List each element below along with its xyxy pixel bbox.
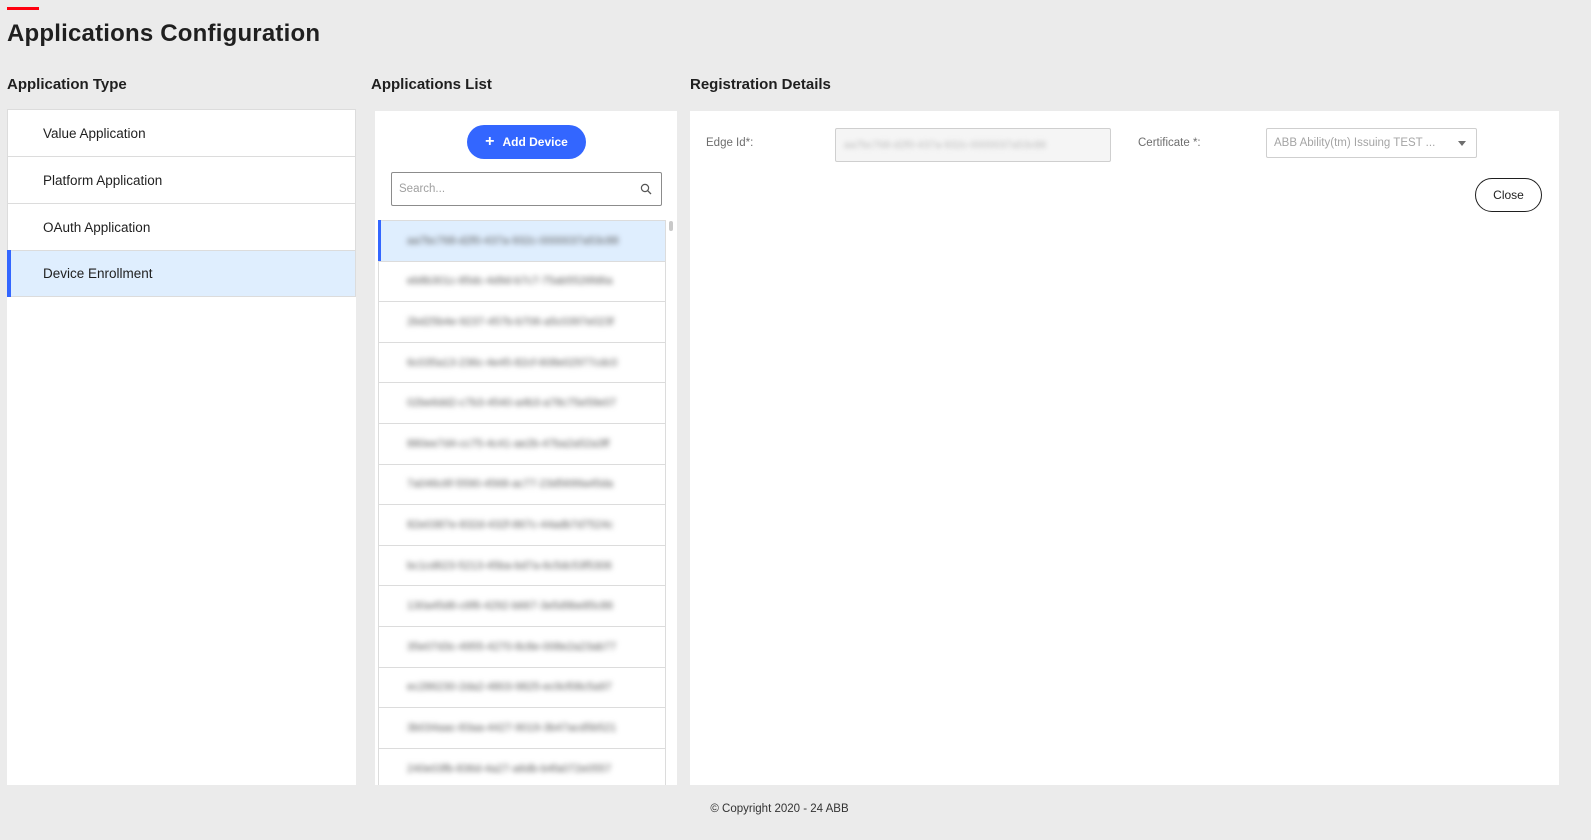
device-list-item[interactable]: bc1cd623-5213-45ba-bd7a-6c5dc53f5306 (378, 544, 666, 586)
list-scrollbar[interactable] (669, 221, 673, 231)
device-id-text: 2bd25b4e-9237-457b-b706-a5c0397e023f (407, 315, 614, 328)
type-item-device-enrollment[interactable]: Device Enrollment (7, 250, 356, 297)
device-list-item[interactable]: ec286230-2da2-4803-9825-ec9cf08c5a97 (378, 666, 666, 708)
device-id-text: 02be6dd2-c7b3-4540-a4b3-a78c75e59e07 (407, 397, 617, 410)
edge-id-value: aa7bc768-d2f0-437a-932c-0000037a53c88 (844, 139, 1047, 151)
footer-copyright: © Copyright 2020 - 24 ABB (710, 803, 849, 815)
device-list-item[interactable]: aa7bc768-d2f0-437a-932c-0000037a53c88 (378, 220, 666, 262)
section-title-application-type: Application Type (7, 76, 127, 93)
device-id-text: 240e03fb-836d-4a27-a6db-b4fa072e0557 (407, 762, 612, 775)
device-id-text: 880ee7d4-cc75-4c41-ae2b-47ba2a52a3ff (407, 437, 610, 450)
device-id-text: 7a046c6f-5590-4568-ac77-23d5699a45da (407, 478, 614, 491)
device-id-text: eb8b301c-85dc-4d9d-b7c7-75ab5526fd6a (407, 275, 613, 288)
chevron-down-icon (1458, 141, 1466, 146)
search-box (391, 172, 662, 206)
type-item-oauth-application[interactable]: OAuth Application (7, 203, 356, 250)
device-list-item[interactable]: 3b034aac-83aa-4427-9019-3b47acd5b521 (378, 707, 666, 748)
device-id-text: 35e07d3c-4955-4270-8c8e-008e2a23ab77 (407, 640, 617, 653)
add-device-button[interactable]: + Add Device (467, 125, 586, 159)
device-list-item[interactable]: 35e07d3c-4955-4270-8c8e-008e2a23ab77 (378, 625, 666, 667)
header-accent-bar (7, 7, 39, 10)
section-title-applications-list: Applications List (371, 76, 492, 93)
registration-details-panel: Edge Id*: aa7bc768-d2f0-437a-932c-000003… (690, 111, 1559, 785)
certificate-value: ABB Ability(tm) Issuing TEST ... (1274, 137, 1436, 149)
add-device-label: Add Device (502, 135, 568, 149)
device-list-item[interactable]: 02be6dd2-c7b3-4540-a4b3-a78c75e59e07 (378, 382, 666, 423)
device-list-item[interactable]: 6c035a13-236c-4e45-82cf-608e02977cdc0 (378, 341, 666, 383)
device-id-text: bc1cd623-5213-45ba-bd7a-6c5dc53f5306 (407, 559, 612, 572)
certificate-label: Certificate *: (1138, 137, 1201, 149)
certificate-select[interactable]: ABB Ability(tm) Issuing TEST ... (1266, 128, 1477, 158)
device-list-item[interactable]: 7a046c6f-5590-4568-ac77-23d5699a45da (378, 463, 666, 505)
section-title-registration-details: Registration Details (690, 76, 831, 93)
edge-id-label: Edge Id*: (706, 137, 754, 149)
device-id-text: ec286230-2da2-4803-9825-ec9cf08c5a97 (407, 681, 612, 694)
device-list-item[interactable]: 2bd25b4e-9237-457b-b706-a5c0397e023f (378, 301, 666, 342)
device-id-text: 6c035a13-236c-4e45-82cf-608e02977cdc0 (407, 356, 618, 369)
type-item-platform-application[interactable]: Platform Application (7, 156, 356, 203)
device-id-text: 130a45d6-c6f6-4292-b667-3e5d9be85c86 (407, 600, 614, 613)
device-list-item[interactable]: 240e03fb-836d-4a27-a6db-b4fa072e0557 (378, 747, 666, 785)
device-list-item[interactable]: 130a45d6-c6f6-4292-b667-3e5d9be85c86 (378, 585, 666, 626)
device-list-item[interactable]: 82e0387e-832d-432f-867c-44adb7d7524c (378, 504, 666, 545)
device-id-text: 82e0387e-832d-432f-867c-44adb7d7524c (407, 518, 614, 531)
device-list-item[interactable]: eb8b301c-85dc-4d9d-b7c7-75ab5526fd6a (378, 260, 666, 302)
type-item-value-application[interactable]: Value Application (7, 109, 356, 156)
application-type-panel: Value Application Platform Application O… (7, 109, 356, 785)
page-title: Applications Configuration (7, 20, 321, 47)
applications-list-panel: + Add Device aa7bc768-d2f0-437a-932c-000… (375, 111, 677, 785)
device-list-item[interactable]: 880ee7d4-cc75-4c41-ae2b-47ba2a52a3ff (378, 422, 666, 464)
device-list: aa7bc768-d2f0-437a-932c-0000037a53c88 eb8… (378, 220, 666, 785)
device-id-text: aa7bc768-d2f0-437a-932c-0000037a53c88 (407, 234, 619, 247)
search-icon[interactable] (640, 183, 652, 195)
edge-id-field: aa7bc768-d2f0-437a-932c-0000037a53c88 (835, 128, 1111, 162)
search-input[interactable] (399, 183, 634, 195)
close-button[interactable]: Close (1475, 178, 1542, 212)
plus-icon: + (485, 133, 495, 150)
device-id-text: 3b034aac-83aa-4427-9019-3b47acd5b521 (407, 721, 617, 734)
